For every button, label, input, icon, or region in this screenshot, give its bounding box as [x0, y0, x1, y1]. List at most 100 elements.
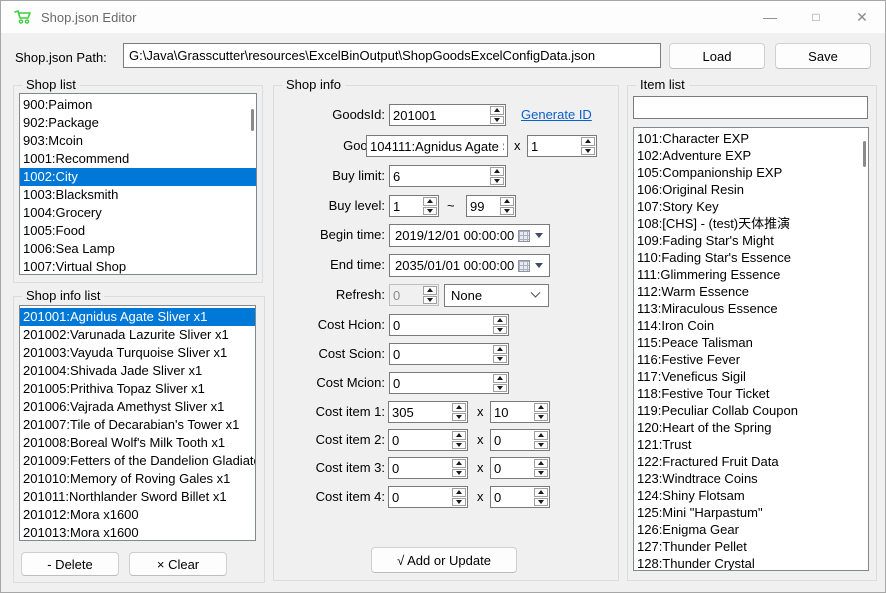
cost-hcion-input[interactable]	[390, 315, 492, 335]
list-item[interactable]: 201001:Agnidus Agate Sliver x1	[20, 308, 255, 326]
list-item[interactable]: 102:Adventure EXP	[634, 147, 868, 164]
list-item[interactable]: 105:Companionship EXP	[634, 164, 868, 181]
goods-input[interactable]	[367, 136, 507, 156]
list-item[interactable]: 201003:Vayuda Turquoise Sliver x1	[20, 344, 255, 362]
spin-down-button[interactable]	[490, 177, 504, 186]
spin-up-button[interactable]	[534, 431, 548, 440]
load-button[interactable]: Load	[669, 43, 765, 69]
save-button[interactable]: Save	[775, 43, 871, 69]
spin-down-button[interactable]	[534, 441, 548, 450]
cost-item-2-count-spinner[interactable]	[490, 429, 550, 451]
list-item[interactable]: 201002:Varunada Lazurite Sliver x1	[20, 326, 255, 344]
spin-up-button[interactable]	[581, 137, 595, 146]
list-item[interactable]: 123:Windtrace Coins	[634, 470, 868, 487]
spin-up-button[interactable]	[490, 106, 504, 115]
list-item[interactable]: 201006:Vajrada Amethyst Sliver x1	[20, 398, 255, 416]
dropdown-arrow-icon[interactable]	[535, 233, 543, 238]
spin-down-button[interactable]	[493, 355, 507, 364]
spin-up-button[interactable]	[452, 403, 466, 412]
list-item[interactable]: 101:Character EXP	[634, 130, 868, 147]
spin-down-button[interactable]	[490, 116, 504, 125]
list-item[interactable]: 106:Original Resin	[634, 181, 868, 198]
spin-up-button[interactable]	[534, 459, 548, 468]
list-item[interactable]: 120:Heart of the Spring	[634, 419, 868, 436]
list-item[interactable]: 1007:Virtual Shop	[20, 258, 256, 275]
cost-item-1-id-input[interactable]	[389, 402, 451, 422]
goods-count-spinner[interactable]	[527, 135, 597, 157]
cost-item-3-count-spinner[interactable]	[490, 457, 550, 479]
clear-button[interactable]: × Clear	[129, 552, 227, 576]
list-item[interactable]: 124:Shiny Flotsam	[634, 487, 868, 504]
cost-item-2-id-spinner[interactable]	[388, 429, 468, 451]
spin-down-button[interactable]	[500, 207, 514, 216]
goodsid-input[interactable]	[390, 105, 489, 125]
spin-up-button[interactable]	[452, 459, 466, 468]
list-item[interactable]: 1006:Sea Lamp	[20, 240, 256, 258]
list-item[interactable]: 1003:Blacksmith	[20, 186, 256, 204]
list-item[interactable]: 113:Miraculous Essence	[634, 300, 868, 317]
list-item[interactable]: 126:Enigma Gear	[634, 521, 868, 538]
shop-list-scrollbar[interactable]	[251, 109, 254, 131]
buy-limit-spinner[interactable]	[389, 165, 506, 187]
close-button[interactable]: ✕	[839, 1, 885, 33]
list-item[interactable]: 201009:Fetters of the Dandelion Gladiato	[20, 452, 255, 470]
list-item[interactable]: 902:Package	[20, 114, 256, 132]
list-item[interactable]: 110:Fading Star's Essence	[634, 249, 868, 266]
item-search-input[interactable]	[633, 96, 868, 119]
list-item[interactable]: 1001:Recommend	[20, 150, 256, 168]
list-item[interactable]: 122:Fractured Fruit Data	[634, 453, 868, 470]
list-item[interactable]: 201013:Mora x1600	[20, 524, 255, 541]
list-item[interactable]: 109:Fading Star's Might	[634, 232, 868, 249]
cost-item-3-count-input[interactable]	[491, 458, 533, 478]
cost-item-3-id-spinner[interactable]	[388, 457, 468, 479]
list-item[interactable]: 201011:Northlander Sword Billet x1	[20, 488, 255, 506]
list-item[interactable]: 111:Glimmering Essence	[634, 266, 868, 283]
list-item[interactable]: 119:Peculiar Collab Coupon	[634, 402, 868, 419]
list-item[interactable]: 900:Paimon	[20, 96, 256, 114]
delete-button[interactable]: - Delete	[21, 552, 119, 576]
list-item[interactable]: 112:Warm Essence	[634, 283, 868, 300]
list-item[interactable]: 118:Festive Tour Ticket	[634, 385, 868, 402]
shop-info-listbox[interactable]: 201001:Agnidus Agate Sliver x1201002:Var…	[19, 305, 256, 541]
list-item[interactable]: 201008:Boreal Wolf's Milk Tooth x1	[20, 434, 255, 452]
list-item[interactable]: 116:Festive Fever	[634, 351, 868, 368]
begin-time-picker[interactable]: 2019/12/01 00:00:00	[389, 224, 550, 247]
list-item[interactable]: 117:Veneficus Sigil	[634, 368, 868, 385]
cost-item-1-count-spinner[interactable]	[490, 401, 550, 423]
cost-item-2-count-input[interactable]	[491, 430, 533, 450]
spin-down-button[interactable]	[452, 413, 466, 422]
list-item[interactable]: 115:Peace Talisman	[634, 334, 868, 351]
cost-hcion-spinner[interactable]	[389, 314, 509, 336]
shop-listbox[interactable]: 900:Paimon902:Package903:Mcoin1001:Recom…	[19, 93, 257, 275]
spin-up-button[interactable]	[493, 345, 507, 354]
list-item[interactable]: 201012:Mora x1600	[20, 506, 255, 524]
cost-scion-spinner[interactable]	[389, 343, 509, 365]
buy-limit-input[interactable]	[390, 166, 489, 186]
cost-item-3-id-input[interactable]	[389, 458, 451, 478]
cost-mcion-spinner[interactable]	[389, 372, 509, 394]
end-time-picker[interactable]: 2035/01/01 00:00:00	[389, 254, 550, 277]
spin-down-button[interactable]	[452, 498, 466, 507]
minimize-button[interactable]: —	[747, 1, 793, 33]
spin-down-button[interactable]	[452, 469, 466, 478]
spin-down-button[interactable]	[493, 384, 507, 393]
cost-item-1-id-spinner[interactable]	[388, 401, 468, 423]
cost-item-4-count-input[interactable]	[491, 487, 533, 507]
goods-box[interactable]	[366, 135, 508, 157]
buy-level-min-input[interactable]	[390, 196, 422, 216]
list-item[interactable]: 1002:City	[20, 168, 256, 186]
cost-item-4-id-input[interactable]	[389, 487, 451, 507]
list-item[interactable]: 201005:Prithiva Topaz Sliver x1	[20, 380, 255, 398]
spin-up-button[interactable]	[452, 488, 466, 497]
generate-id-link[interactable]: Generate ID	[521, 104, 592, 126]
maximize-button[interactable]: □	[793, 1, 839, 33]
goods-count-input[interactable]	[528, 136, 580, 156]
list-item[interactable]: 125:Mini "Harpastum"	[634, 504, 868, 521]
refresh-mode-combobox[interactable]: None	[444, 284, 549, 307]
buy-level-max-input[interactable]	[467, 196, 499, 216]
spin-down-button[interactable]	[534, 498, 548, 507]
list-item[interactable]: 201007:Tile of Decarabian's Tower x1	[20, 416, 255, 434]
spin-down-button[interactable]	[452, 441, 466, 450]
cost-item-1-count-input[interactable]	[491, 402, 533, 422]
list-item[interactable]: 107:Story Key	[634, 198, 868, 215]
